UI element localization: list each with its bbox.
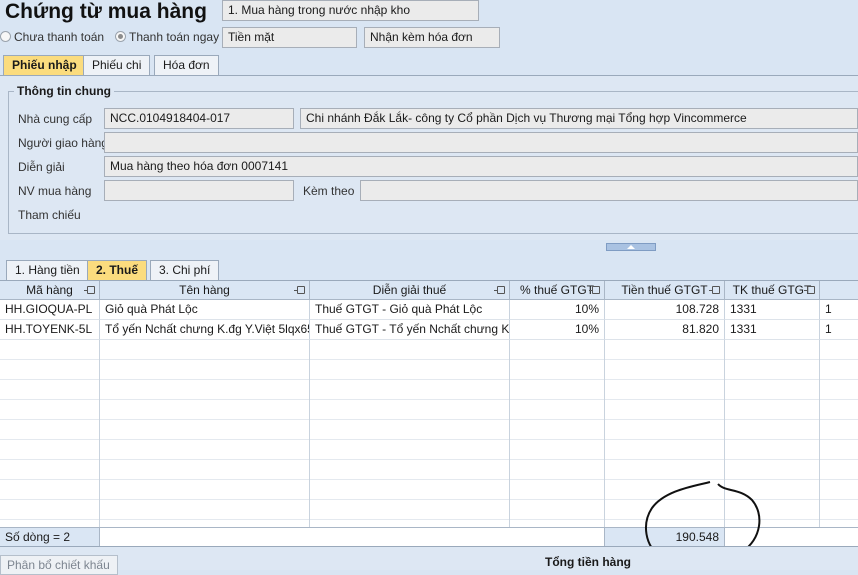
buyer-field[interactable]	[104, 180, 294, 201]
attachment-field[interactable]	[360, 180, 858, 201]
col-header-vat-amount-label: Tiền thuế GTGT	[621, 283, 708, 297]
cell-item-code[interactable]: HH.TOYENK-5L	[0, 320, 100, 340]
row-count: Số dòng = 2	[0, 528, 100, 546]
collapse-panel-handle[interactable]	[606, 243, 656, 251]
page-title: Chứng từ mua hàng	[5, 0, 207, 23]
reference-label: Tham chiếu	[18, 208, 81, 222]
col-header-item-code[interactable]: Mã hàng	[0, 281, 100, 300]
col-header-item-name-label: Tên hàng	[179, 283, 230, 297]
tab-goods-money[interactable]: 1. Hàng tiền	[6, 260, 89, 280]
cell-vat-amount[interactable]: 108.728	[605, 300, 725, 320]
allocate-discount-button[interactable]: Phân bổ chiết khấu	[0, 555, 118, 575]
radio-paid-now-label: Thanh toán ngay	[129, 30, 220, 44]
cell-tax-description[interactable]: Thuế GTGT - Giỏ quà Phát Lộc	[310, 300, 510, 320]
cell-tax-description[interactable]: Thuế GTGT - Tổ yến Nchất chưng K.đ	[310, 320, 510, 340]
buyer-label: NV mua hàng	[18, 184, 92, 198]
description-label: Diễn giải	[18, 160, 65, 174]
pin-icon[interactable]	[494, 286, 505, 294]
tab-costs-label: 3. Chi phí	[159, 263, 211, 277]
col-header-vat-amount[interactable]: Tiền thuế GTGT	[605, 281, 725, 300]
cell-item-name[interactable]: Tổ yến Nchất chưng K.đg Y.Việt 5lqx65	[100, 320, 310, 340]
deliverer-field[interactable]	[104, 132, 858, 153]
attachment-label: Kèm theo	[303, 184, 355, 198]
tab-payment-voucher[interactable]: Phiếu chi	[83, 55, 151, 75]
supplier-name-field[interactable]: Chi nhánh Đắk Lắk- công ty Cổ phần Dịch …	[300, 108, 858, 129]
cell-item-code[interactable]: HH.GIOQUA-PL	[0, 300, 100, 320]
tab-receipt[interactable]: Phiếu nhập	[3, 55, 86, 75]
radio-paid-now[interactable]: Thanh toán ngay	[115, 30, 219, 44]
cell-extra[interactable]: 1	[820, 300, 858, 320]
pin-icon[interactable]	[804, 286, 815, 294]
col-header-item-name[interactable]: Tên hàng	[100, 281, 310, 300]
tab-costs[interactable]: 3. Chi phí	[150, 260, 220, 280]
cell-vat-amount[interactable]: 81.820	[605, 320, 725, 340]
top-tab-bar: Phiếu nhập Phiếu chi Hóa đơn	[0, 55, 858, 76]
bottom-bar	[0, 546, 858, 570]
cell-item-name[interactable]: Giỏ quà Phát Lộc	[100, 300, 310, 320]
cell-vat-account[interactable]: 1331	[725, 300, 820, 320]
col-header-vat-account[interactable]: TK thuế GTGT	[725, 281, 820, 300]
pin-icon[interactable]	[709, 286, 720, 294]
tab-payment-voucher-label: Phiếu chi	[92, 58, 142, 72]
tab-tax-label: 2. Thuế	[96, 263, 139, 277]
detail-tab-bar: 1. Hàng tiền 2. Thuế 3. Chi phí	[0, 260, 858, 281]
description-field[interactable]: Mua hàng theo hóa đơn 0007141	[104, 156, 858, 177]
radio-unpaid[interactable]: Chưa thanh toán	[0, 30, 104, 44]
tab-invoice-label: Hóa đơn	[163, 58, 210, 72]
col-header-extra	[820, 281, 858, 300]
invoice-option-select[interactable]: Nhận kèm hóa đơn	[364, 27, 500, 48]
tab-tax[interactable]: 2. Thuế	[87, 260, 148, 280]
purchase-type-select[interactable]: 1. Mua hàng trong nước nhập kho	[222, 0, 479, 21]
cell-vat-rate[interactable]: 10%	[510, 300, 605, 320]
cell-vat-account[interactable]: 1331	[725, 320, 820, 340]
col-header-tax-description[interactable]: Diễn giải thuế	[310, 281, 510, 300]
tab-goods-money-label: 1. Hàng tiền	[15, 263, 80, 277]
pin-icon[interactable]	[84, 286, 95, 294]
general-info-title: Thông tin chung	[14, 84, 114, 98]
cell-vat-rate[interactable]: 10%	[510, 320, 605, 340]
col-header-tax-description-label: Diễn giải thuế	[372, 283, 447, 297]
col-header-vat-account-label: TK thuế GTGT	[732, 283, 812, 297]
col-header-vat-rate-label: % thuế GTGT	[519, 283, 595, 297]
supplier-code-field[interactable]: NCC.0104918404-017	[104, 108, 294, 129]
payment-method-select[interactable]: Tiền mặt	[222, 27, 357, 48]
supplier-label: Nhà cung cấp	[18, 112, 93, 126]
deliverer-label: Người giao hàng	[18, 136, 108, 150]
tab-invoice[interactable]: Hóa đơn	[154, 55, 219, 75]
radio-unpaid-icon	[0, 31, 11, 42]
pin-icon[interactable]	[589, 286, 600, 294]
col-header-vat-rate[interactable]: % thuế GTGT	[510, 281, 605, 300]
total-goods-label: Tổng tiền hàng	[545, 555, 631, 569]
cell-extra[interactable]: 1	[820, 320, 858, 340]
col-header-item-code-label: Mã hàng	[26, 283, 73, 297]
radio-paid-now-icon	[115, 31, 126, 42]
pin-icon[interactable]	[294, 286, 305, 294]
tab-receipt-label: Phiếu nhập	[12, 58, 77, 72]
footer-spacer	[100, 528, 605, 546]
radio-unpaid-label: Chưa thanh toán	[14, 30, 105, 44]
